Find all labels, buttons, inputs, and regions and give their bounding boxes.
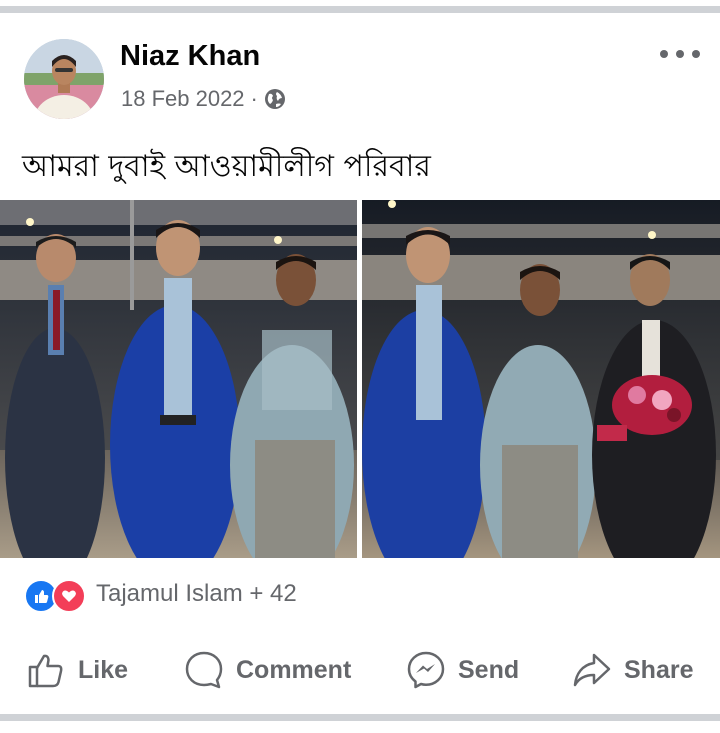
comment-button[interactable]: Comment: [184, 640, 351, 700]
send-label: Send: [458, 655, 520, 684]
reaction-summary[interactable]: Tajamul Islam + 42: [24, 578, 297, 613]
post-actions-bar: Like Comment Send Share: [0, 640, 720, 700]
like-label: Like: [78, 655, 129, 684]
share-button[interactable]: Share: [572, 640, 693, 700]
thumbs-up-icon: [28, 654, 63, 688]
post-author-name[interactable]: Niaz Khan: [120, 40, 260, 73]
like-button[interactable]: Like: [26, 640, 128, 700]
send-button[interactable]: Send: [406, 640, 519, 700]
share-arrow-icon: [573, 653, 611, 687]
meta-separator: ·: [250, 86, 258, 111]
post-meta: 18 Feb 2022 ·: [121, 86, 286, 112]
more-options-icon[interactable]: [660, 44, 700, 64]
reaction-count-text: Tajamul Islam + 42: [96, 580, 297, 607]
post-caption: আমরা দুবাই আওয়ামীলীগ পরিবার: [22, 149, 431, 184]
comment-label: Comment: [236, 655, 352, 684]
post-date[interactable]: 18 Feb 2022: [121, 86, 245, 112]
feed-separator-bottom: [0, 714, 720, 721]
photo-grid: [0, 200, 720, 558]
post-photo-right[interactable]: [362, 200, 720, 558]
avatar[interactable]: [24, 39, 104, 119]
avatar-photo: [24, 39, 104, 119]
love-reaction-icon: [52, 579, 86, 613]
comment-bubble-icon: [185, 651, 223, 689]
reaction-icons: [24, 578, 90, 613]
feed-separator-top: [0, 6, 720, 13]
messenger-icon: [407, 651, 445, 689]
post-photo-left[interactable]: [0, 200, 357, 558]
globe-icon[interactable]: [264, 88, 286, 110]
share-label: Share: [624, 655, 694, 684]
more-dot: [676, 50, 684, 58]
more-dot: [692, 50, 700, 58]
more-dot: [660, 50, 668, 58]
